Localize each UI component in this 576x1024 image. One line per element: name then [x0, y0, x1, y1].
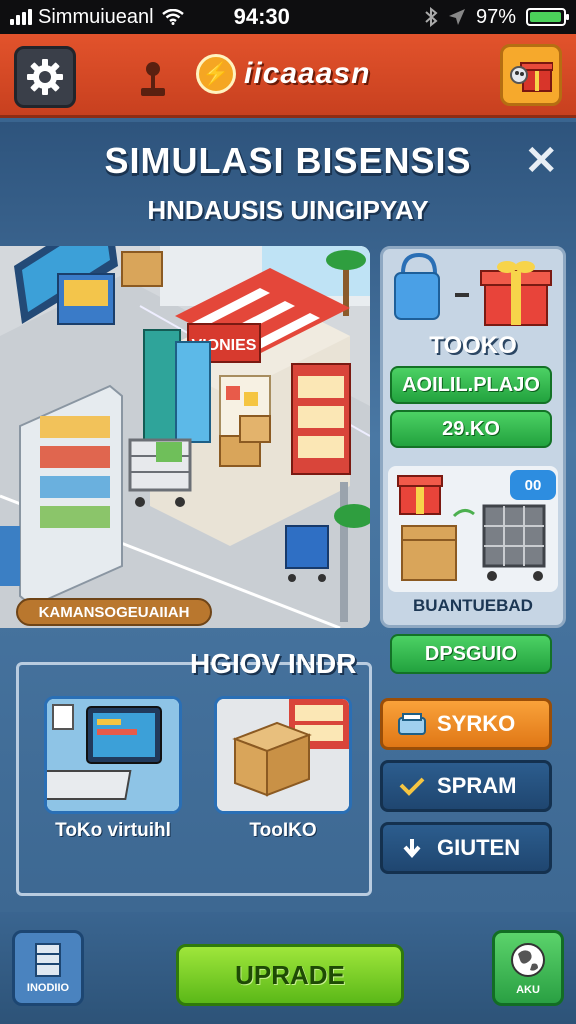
cash-register-icon — [397, 711, 427, 737]
battery-percent: 97% — [475, 5, 516, 28]
computer-icon — [47, 699, 179, 811]
globe-icon — [511, 943, 545, 977]
sync-button[interactable]: SYRKO — [380, 698, 552, 750]
physical-store-label: TooIKO — [249, 820, 317, 841]
info-pill-2[interactable]: 29.KO — [390, 410, 552, 448]
joystick-icon — [141, 62, 165, 96]
globe-button[interactable]: AKU — [492, 930, 564, 1006]
inventory-label: INODIIO — [26, 982, 70, 994]
battery-icon — [526, 8, 569, 26]
spram-label: SPRAM — [437, 773, 517, 798]
scene-caption: KAMANSOGEUAIIAH — [16, 598, 212, 626]
dialog-title: SIMULASI BISENSIS — [104, 140, 472, 181]
check-icon — [397, 773, 427, 799]
settings-button[interactable] — [14, 46, 76, 108]
box-icon — [217, 699, 349, 811]
upgrade-button[interactable]: UPRADE — [176, 944, 404, 1006]
giuten-button[interactable]: GIUTEN — [380, 822, 552, 874]
logo-text: iicaaasn — [244, 57, 371, 90]
shelf-icon — [35, 943, 61, 977]
info-pill-1[interactable]: AOILIL.PLAJO — [390, 366, 552, 404]
clock: 94:30 — [233, 4, 290, 29]
goods-caption: BUANTUEBAD — [413, 596, 533, 615]
tooko-label: TOOKO — [429, 332, 517, 359]
globe-label: AKU — [516, 984, 540, 996]
info-pill-3[interactable]: DPSGUIO — [390, 634, 552, 674]
store-illustration: VIONIES — [0, 246, 370, 628]
signal-icon — [10, 9, 32, 25]
gear-icon — [27, 59, 63, 95]
carrier-name: Simmuiueanl — [38, 5, 154, 28]
dialog-subtitle: HNDAUSIS UINGIPYAY — [147, 195, 429, 225]
sync-label: SYRKO — [437, 711, 516, 736]
giuten-label: GIUTEN — [437, 835, 521, 860]
virtual-store-label: ToKo virtuihl — [55, 820, 171, 841]
section-title: HGIOV INDR — [190, 648, 357, 679]
spram-button[interactable]: SPRAM — [380, 760, 552, 812]
gift-icon — [510, 62, 553, 92]
top-header: ⚡ iicaaasn — [0, 34, 576, 118]
bluetooth-icon — [425, 7, 438, 27]
chat-badge[interactable]: 00 — [510, 470, 556, 500]
app-logo: ⚡ iicaaasn — [196, 54, 370, 94]
bag-gift-illustration — [394, 252, 552, 326]
inventory-button[interactable]: INODIIO — [12, 930, 84, 1006]
store-scene[interactable]: VIONIES — [0, 246, 370, 628]
gift-button[interactable] — [500, 44, 562, 106]
arrow-down-icon — [397, 835, 427, 861]
location-icon — [448, 9, 465, 25]
logo-mark-icon: ⚡ — [196, 54, 236, 94]
close-icon[interactable]: ✕ — [524, 138, 558, 184]
physical-store-card[interactable] — [214, 696, 352, 814]
virtual-store-card[interactable] — [44, 696, 182, 814]
status-bar: Simmuiueanl 94:30 97% — [0, 0, 576, 34]
wifi-icon — [161, 9, 184, 25]
